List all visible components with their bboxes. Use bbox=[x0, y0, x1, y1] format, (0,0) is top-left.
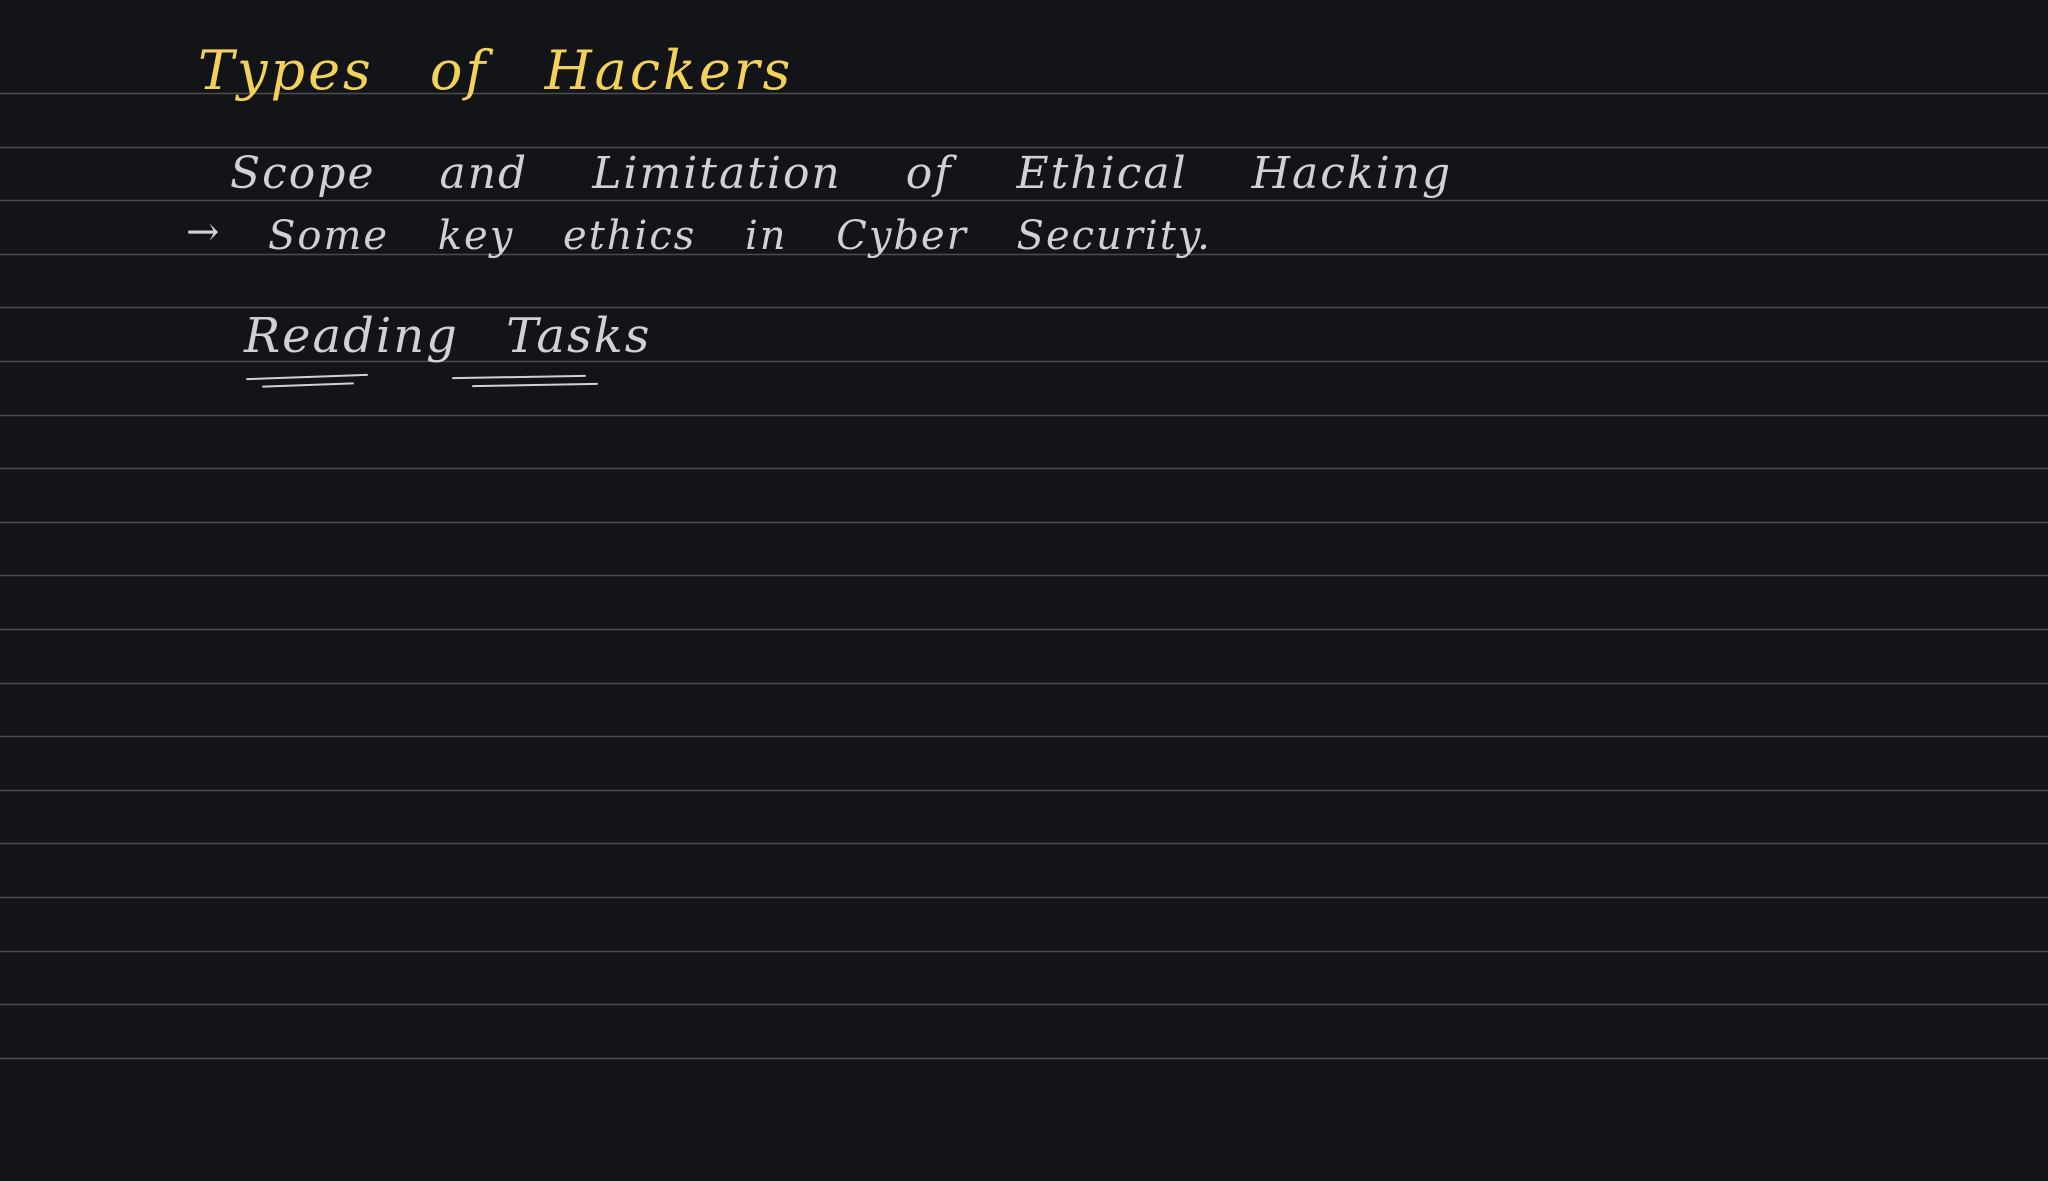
arrow-icon: → bbox=[186, 209, 222, 255]
note-line-scope: Scope and Limitation of Ethical Hacking bbox=[230, 148, 1453, 199]
note-title: Types of Hackers bbox=[198, 39, 794, 102]
note-heading-reading-tasks: Reading Tasks bbox=[244, 308, 652, 364]
note-page: Types of Hackers Scope and Limitation of… bbox=[0, 0, 2048, 1181]
note-line-ethics: Some key ethics in Cyber Security. bbox=[268, 213, 1212, 259]
